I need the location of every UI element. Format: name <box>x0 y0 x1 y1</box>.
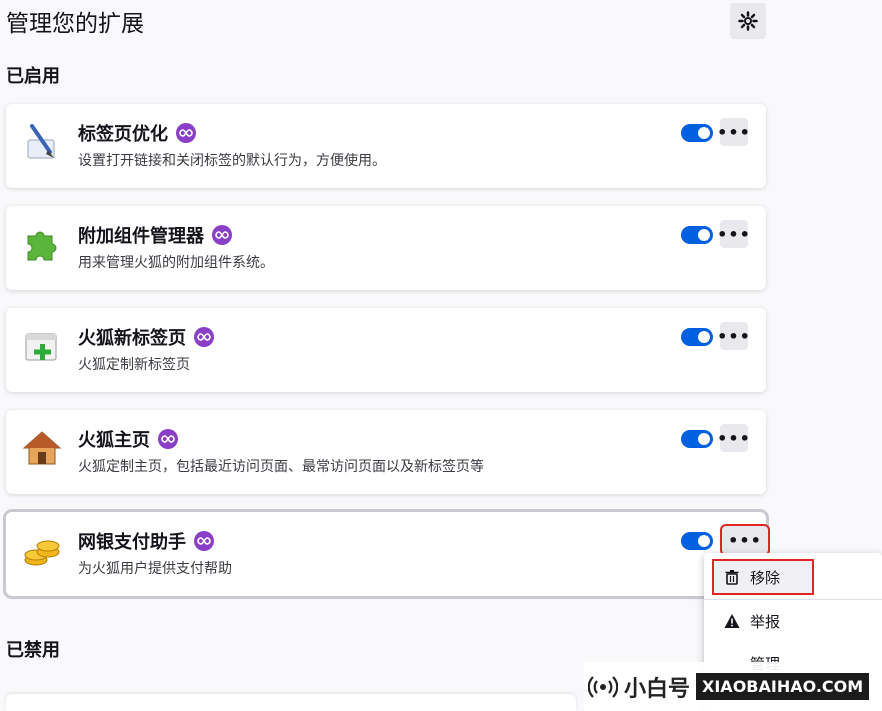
more-options-button[interactable]: ••• <box>717 424 750 452</box>
menu-item-label: 移除 <box>750 568 781 587</box>
disabled-section-title: 已禁用 <box>6 640 60 661</box>
recommended-badge-icon <box>212 225 232 245</box>
recommended-badge-icon <box>194 531 214 551</box>
recommended-badge-icon <box>158 429 178 449</box>
menu-item-remove[interactable]: 移除 <box>712 559 814 595</box>
extension-desc: 火狐定制主页，包括最近访问页面、最常访问页面以及新标签页等 <box>78 459 484 475</box>
toggle-knob <box>698 331 710 343</box>
trash-icon <box>725 570 739 585</box>
disabled-extension-card[interactable] <box>6 694 576 711</box>
extension-card[interactable]: 网银支付助手 为火狐用户提供支付帮助 ••• <box>3 509 770 599</box>
extension-desc: 火狐定制新标签页 <box>78 357 190 373</box>
recommended-badge-icon <box>194 327 214 347</box>
extension-name: 附加组件管理器 <box>78 226 204 247</box>
settings-button[interactable] <box>730 3 766 39</box>
enabled-section-title: 已启用 <box>6 66 60 87</box>
home-icon <box>22 431 62 465</box>
enable-toggle[interactable] <box>681 532 713 550</box>
puzzle-icon <box>27 231 57 261</box>
recommended-badge-icon <box>176 123 196 143</box>
extension-name: 火狐主页 <box>78 430 150 451</box>
extension-desc: 设置打开链接和关闭标签的默认行为，方便使用。 <box>78 153 386 169</box>
broadcast-icon <box>588 675 618 698</box>
toggle-knob <box>698 535 710 547</box>
extension-desc: 用来管理火狐的附加组件系统。 <box>78 255 274 271</box>
more-options-button[interactable]: ••• <box>717 118 750 146</box>
extension-card[interactable]: 火狐新标签页 火狐定制新标签页 ••• <box>6 308 766 392</box>
watermark-cn: 小白号 <box>624 676 691 702</box>
extension-name: 标签页优化 <box>78 124 168 145</box>
extension-card[interactable]: 附加组件管理器 用来管理火狐的附加组件系统。 ••• <box>6 206 766 290</box>
extension-name: 火狐新标签页 <box>78 328 186 349</box>
watermark-en: XIAOBAIHAO.COM <box>696 673 870 700</box>
coins-icon <box>24 540 60 566</box>
more-options-button[interactable]: ••• <box>720 524 770 556</box>
more-options-button[interactable]: ••• <box>717 322 750 350</box>
extension-card[interactable]: 火狐主页 火狐定制主页，包括最近访问页面、最常访问页面以及新标签页等 ••• <box>6 410 766 494</box>
enable-toggle[interactable] <box>681 226 713 244</box>
enable-toggle[interactable] <box>681 124 713 142</box>
enable-toggle[interactable] <box>681 430 713 448</box>
enable-toggle[interactable] <box>681 328 713 346</box>
toggle-knob <box>698 127 710 139</box>
menu-separator <box>704 599 882 600</box>
extension-desc: 为火狐用户提供支付帮助 <box>78 561 232 577</box>
toggle-knob <box>698 229 710 241</box>
warning-icon <box>724 614 740 628</box>
page-title: 管理您的扩展 <box>6 11 144 37</box>
new-tab-icon <box>25 333 57 361</box>
toggle-knob <box>698 433 710 445</box>
menu-item-report[interactable]: 举报 <box>714 605 874 637</box>
gear-icon <box>738 11 758 31</box>
watermark-logo: 小白号 XIAOBAIHAO.COM <box>584 662 882 711</box>
extension-card[interactable]: 标签页优化 设置打开链接和关闭标签的默认行为，方便使用。 ••• <box>6 104 766 188</box>
menu-item-label: 举报 <box>750 612 781 631</box>
extension-name: 网银支付助手 <box>78 532 186 553</box>
tab-brush-icon <box>27 124 55 159</box>
more-options-button[interactable]: ••• <box>717 220 750 248</box>
